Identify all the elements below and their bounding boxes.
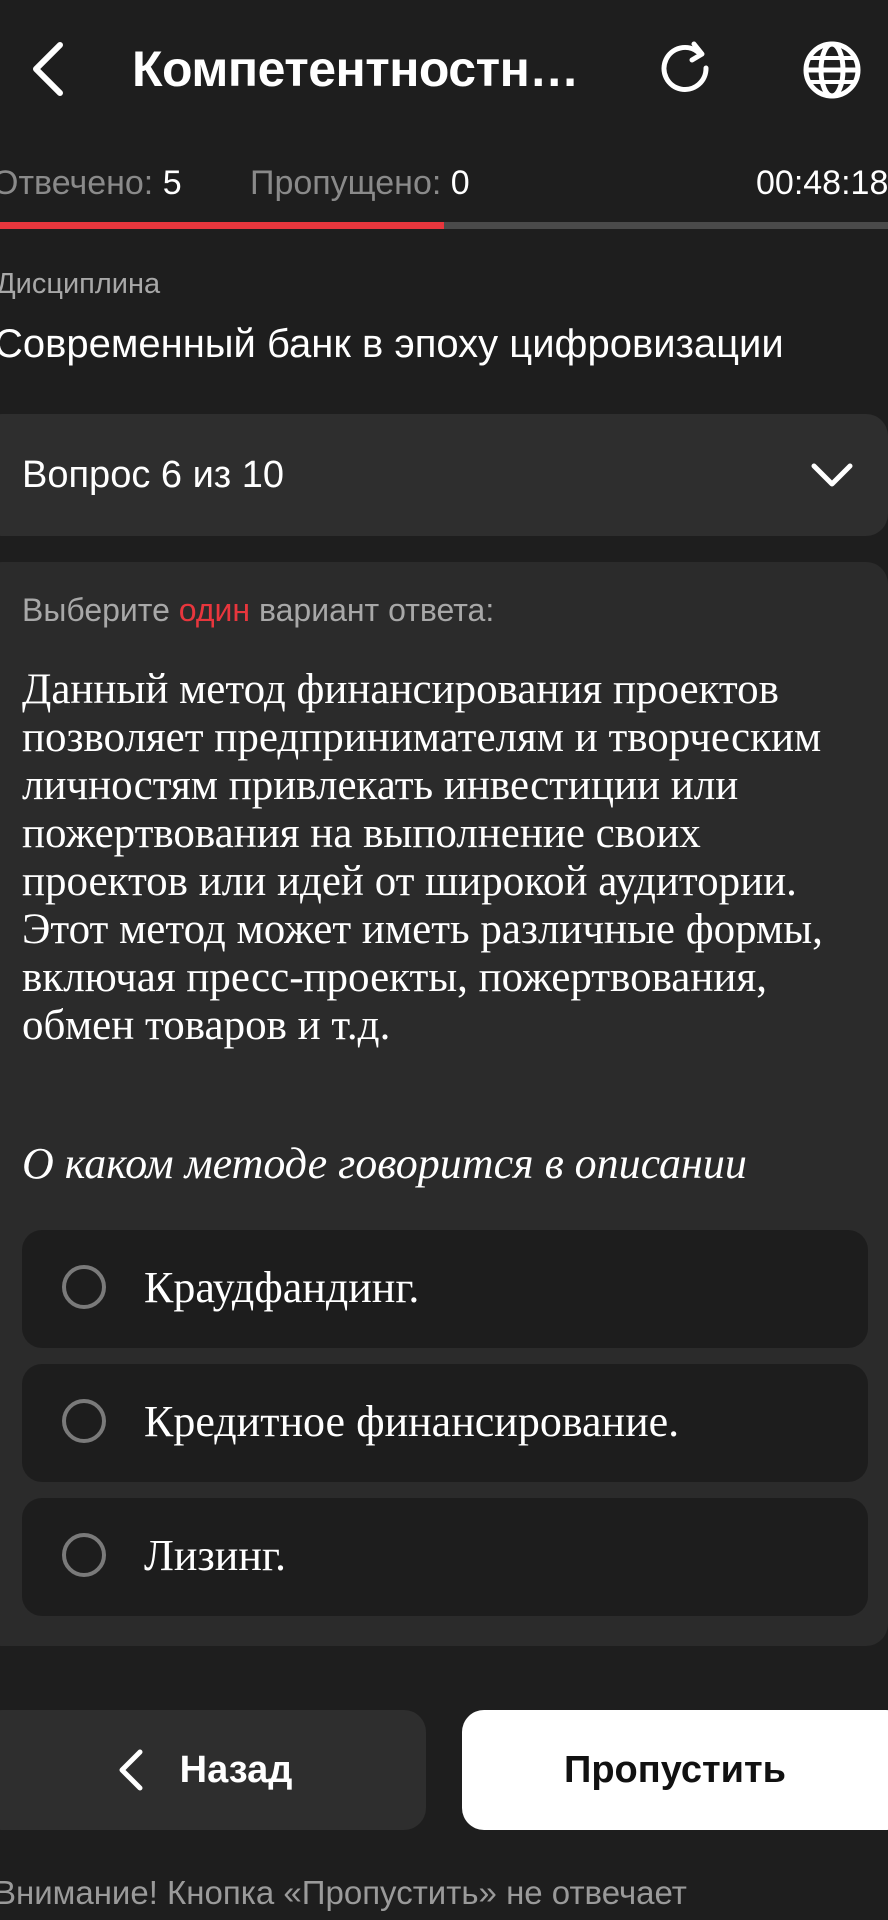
question-selector[interactable]: Вопрос 6 из 10 bbox=[0, 414, 888, 536]
back-button-label: Назад bbox=[179, 1748, 293, 1791]
globe-icon[interactable] bbox=[796, 34, 868, 106]
discipline-name: Современный банк в эпоху цифровизации bbox=[0, 322, 784, 366]
radio-button-icon[interactable] bbox=[62, 1399, 106, 1443]
question-card: Выберите один вариант ответа: Данный мет… bbox=[0, 562, 888, 1646]
skip-button[interactable]: Пропустить bbox=[462, 1710, 888, 1830]
answered-count: Отвечено: 5 bbox=[0, 160, 182, 206]
question-number: Вопрос 6 из 10 bbox=[22, 454, 285, 496]
question-prompt: О каком методе говорится в описании bbox=[22, 1139, 747, 1188]
app-header: Компетентностны... bbox=[0, 0, 888, 140]
answered-value: 5 bbox=[162, 164, 182, 202]
skipped-count: Пропущено: 0 bbox=[250, 160, 470, 206]
radio-button-icon[interactable] bbox=[62, 1265, 106, 1309]
instruction-suffix: вариант ответа: bbox=[250, 592, 495, 628]
skipped-label: Пропущено: bbox=[250, 164, 442, 202]
question-text: Данный метод финансирования проектов поз… bbox=[22, 666, 823, 1049]
skip-button-label: Пропустить bbox=[564, 1748, 786, 1791]
page-title: Компетентностны... bbox=[132, 41, 602, 97]
answer-instruction: Выберите один вариант ответа: bbox=[22, 588, 494, 632]
instruction-prefix: Выберите bbox=[22, 592, 179, 628]
timer: 00:48:18 bbox=[756, 164, 888, 202]
answer-stats: Отвечено: 5 Пропущено: 0 00:48:18 bbox=[0, 160, 888, 210]
back-button[interactable]: Назад bbox=[0, 1710, 426, 1830]
answered-label: Отвечено: bbox=[0, 164, 154, 202]
skip-warning: Внимание! Кнопка «Пропустить» не отвечае… bbox=[0, 1874, 687, 1911]
radio-button-icon[interactable] bbox=[62, 1533, 106, 1577]
refresh-icon[interactable] bbox=[650, 34, 722, 106]
answer-option[interactable]: Лизинг. bbox=[22, 1498, 868, 1616]
option-label: Краудфандинг. bbox=[144, 1263, 420, 1312]
answer-option[interactable]: Кредитное финансирование. bbox=[22, 1364, 868, 1482]
chevron-down-icon bbox=[808, 452, 856, 500]
option-label: Кредитное финансирование. bbox=[144, 1397, 680, 1446]
back-icon[interactable] bbox=[22, 36, 74, 102]
chevron-left-icon bbox=[119, 1749, 143, 1791]
answer-option[interactable]: Краудфандинг. bbox=[22, 1230, 868, 1348]
progress-bar bbox=[0, 222, 888, 229]
option-label: Лизинг. bbox=[144, 1531, 286, 1580]
skipped-value: 0 bbox=[450, 164, 470, 202]
discipline-label: Дисциплина bbox=[0, 268, 161, 300]
progress-fill bbox=[0, 222, 444, 229]
test-screen: Компетентностны... Отвечено: 5 Пропущено… bbox=[0, 0, 888, 1920]
instruction-accent: один bbox=[178, 592, 251, 628]
